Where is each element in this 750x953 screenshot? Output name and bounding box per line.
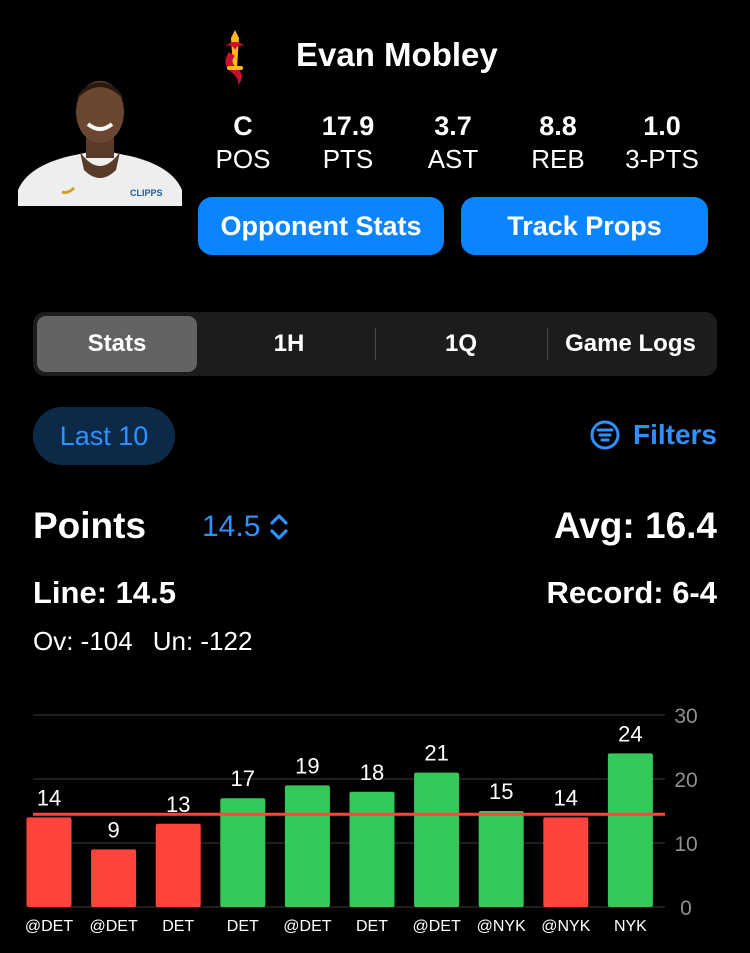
stat-value: 3.7 xyxy=(434,111,472,141)
stat-3pts: 1.0 3-PTS xyxy=(617,110,707,176)
player-name: Evan Mobley xyxy=(296,36,498,73)
bar-value-label: 19 xyxy=(295,753,319,778)
x-tick-label: @DET xyxy=(412,918,460,935)
x-tick-label: DET xyxy=(162,918,194,935)
over-odds: Ov: -104 xyxy=(33,626,133,656)
stat-label: PTS xyxy=(322,144,374,174)
under-odds: Un: -122 xyxy=(152,626,253,656)
bar xyxy=(284,785,330,907)
line-selector[interactable]: 14.5 xyxy=(202,510,290,544)
bar xyxy=(26,817,72,907)
stat-value: 17.9 xyxy=(321,111,375,141)
stat-label: AST xyxy=(427,144,479,174)
bar xyxy=(349,791,395,907)
bar-value-label: 21 xyxy=(424,741,448,766)
svg-text:CLIPPS: CLIPPS xyxy=(130,188,163,198)
line-selector-value: 14.5 xyxy=(202,510,261,543)
bar-value-label: 14 xyxy=(37,785,61,810)
record-value: Record: 6-4 xyxy=(546,575,717,610)
filter-icon xyxy=(590,420,620,450)
x-tick-label: DET xyxy=(227,918,259,935)
stat-pts: 17.9 PTS xyxy=(303,110,393,176)
filters-label: Filters xyxy=(632,419,717,450)
period-segmented-control: Stats 1H 1Q Game Logs xyxy=(33,312,717,376)
tab-1h[interactable]: 1H xyxy=(203,316,375,372)
tab-stats[interactable]: Stats xyxy=(37,316,197,372)
y-tick-label: 30 xyxy=(674,705,697,728)
stat-ast: 3.7 AST xyxy=(408,110,498,176)
bar xyxy=(607,753,653,907)
odds-row: Ov: -104 Un: -122 xyxy=(33,626,252,657)
x-tick-label: @NYK xyxy=(541,918,590,935)
stat-value: C xyxy=(233,111,253,141)
stat-label: POS xyxy=(215,144,271,174)
stat-label: REB xyxy=(531,144,585,174)
stat-reb: 8.8 REB xyxy=(513,110,603,176)
x-tick-label: DET xyxy=(356,918,388,935)
bar-value-label: 17 xyxy=(231,766,255,791)
stat-label: 3-PTS xyxy=(625,144,699,174)
bar-value-label: 18 xyxy=(360,760,384,785)
points-bar-chart: 010203014@DET9@DET13DET17DET19@DET18DET2… xyxy=(25,705,698,935)
track-props-button[interactable]: Track Props xyxy=(461,197,708,255)
x-tick-label: @DET xyxy=(89,918,137,935)
stat-pos: C POS xyxy=(198,110,288,176)
x-tick-label: @DET xyxy=(25,918,73,935)
tab-game-logs[interactable]: Game Logs xyxy=(548,316,713,372)
bar xyxy=(478,811,524,907)
stat-value: 1.0 xyxy=(643,111,681,141)
player-avatar: CLIPPS xyxy=(18,70,182,206)
y-tick-label: 20 xyxy=(674,769,697,792)
up-down-chevron-icon xyxy=(270,514,288,540)
bar-value-label: 15 xyxy=(489,779,513,804)
y-tick-label: 0 xyxy=(680,897,692,920)
player-headshot-icon: CLIPPS xyxy=(18,81,182,206)
bar xyxy=(543,817,589,907)
team-logo-icon xyxy=(215,28,255,88)
x-tick-label: NYK xyxy=(614,918,647,935)
bar-value-label: 14 xyxy=(554,785,578,810)
x-tick-label: @NYK xyxy=(477,918,526,935)
opponent-stats-button[interactable]: Opponent Stats xyxy=(198,197,444,255)
filters-button[interactable]: Filters xyxy=(589,419,717,451)
stat-value: 8.8 xyxy=(539,111,577,141)
x-tick-label: @DET xyxy=(283,918,331,935)
prop-stat-title: Points xyxy=(33,505,147,546)
bar-value-label: 24 xyxy=(618,721,642,746)
bar xyxy=(414,772,460,907)
y-tick-label: 10 xyxy=(674,833,697,856)
bar-value-label: 9 xyxy=(107,817,119,842)
line-value: Line: 14.5 xyxy=(33,575,176,610)
last-10-pill[interactable]: Last 10 xyxy=(33,407,175,465)
bar xyxy=(155,823,201,907)
tab-1q[interactable]: 1Q xyxy=(376,316,546,372)
bar xyxy=(91,849,137,907)
average-value: Avg: 16.4 xyxy=(553,505,717,546)
